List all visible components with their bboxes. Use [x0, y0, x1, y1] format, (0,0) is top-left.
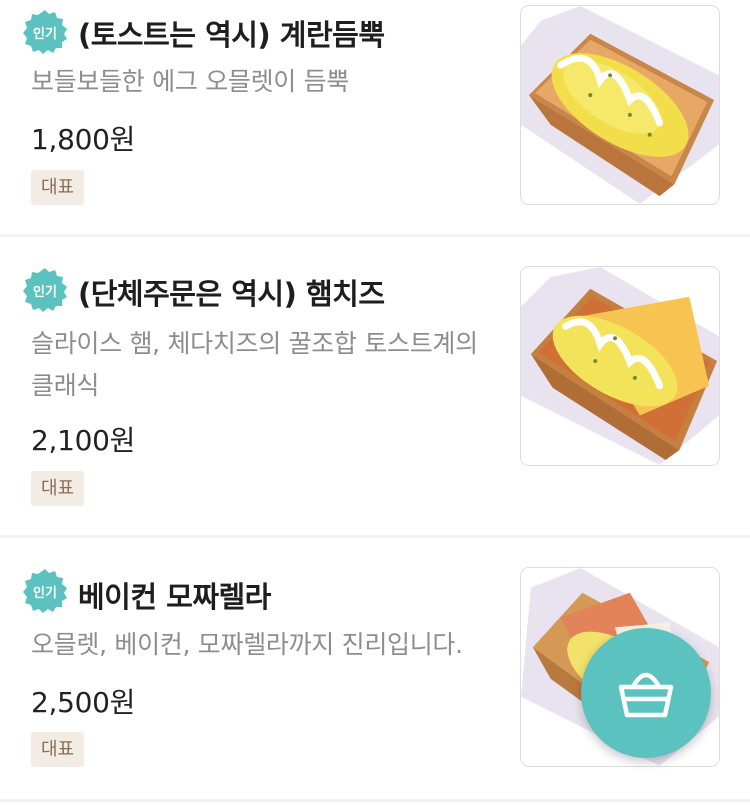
menu-item-price: 2,500원 — [31, 686, 136, 719]
menu-item-description: 보들보들한 에그 오믈렛이 듬뿍 — [31, 67, 350, 96]
cart-button[interactable] — [581, 628, 711, 758]
ham-cheese-toast-photo — [520, 266, 720, 466]
popular-badge-label: 인기 — [33, 585, 57, 601]
menu-item-ham-cheese[interactable]: 인기 (단체주문은 역시) 햄치즈 슬라이스 햄, 체다치즈의 꿀조합 토스트계… — [0, 237, 750, 535]
divider — [0, 799, 750, 802]
popular-badge: 인기 — [22, 267, 68, 313]
popular-badge-label: 인기 — [33, 26, 57, 42]
menu-item-name: (단체주문은 역시) 햄치즈 — [78, 277, 385, 311]
signature-tag: 대표 — [31, 471, 85, 506]
egg-toast-photo — [520, 5, 720, 205]
popular-badge: 인기 — [22, 9, 68, 55]
signature-tag: 대표 — [31, 732, 85, 767]
menu-item-description: 슬라이스 햄, 체다치즈의 꿀조합 토스트계의 클래식 — [31, 329, 478, 400]
popular-badge: 인기 — [22, 568, 68, 614]
menu-item-egg-toast[interactable]: 인기 (토스트는 역시) 계란듬뿍 보들보들한 에그 오믈렛이 듬뿍 1,800… — [0, 0, 750, 235]
shopping-basket-icon — [618, 672, 674, 718]
menu-item-name: (토스트는 역시) 계란듬뿍 — [78, 18, 385, 52]
menu-item-name: 베이컨 모짜렐라 — [78, 580, 271, 614]
menu-item-price: 1,800원 — [31, 123, 136, 156]
signature-tag: 대표 — [31, 170, 85, 205]
menu-item-price: 2,100원 — [31, 424, 136, 457]
menu-item-description: 오믈렛, 베이컨, 모짜렐라까지 진리입니다. — [31, 630, 463, 659]
popular-badge-label: 인기 — [33, 284, 57, 300]
